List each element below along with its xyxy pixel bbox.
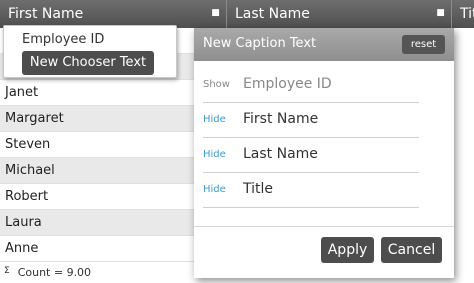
reset-button[interactable]: reset (402, 35, 445, 54)
apply-button[interactable]: Apply (321, 237, 374, 263)
panel-title: New Caption Text (203, 36, 317, 51)
column-menu-icon[interactable]: ■ (436, 9, 445, 18)
column-chooser-popup: Employee ID New Chooser Text (3, 25, 177, 78)
chooser-item-employee-id[interactable]: Employee ID (22, 32, 104, 47)
column-name: Last Name (243, 146, 318, 162)
table-row[interactable]: Laura (0, 210, 194, 236)
column-header-last-name[interactable]: Last Name ■ (227, 0, 452, 28)
column-header-label: Last Name (235, 6, 310, 22)
column-name: Title (243, 181, 274, 197)
panel-title-bar: New Caption Text reset (194, 28, 454, 61)
table-row[interactable]: Margaret (0, 106, 194, 132)
table-row[interactable]: Janet (0, 80, 194, 106)
column-chooser-panel: New Caption Text reset Show Employee ID … (194, 28, 454, 278)
cancel-button[interactable]: Cancel (381, 237, 442, 263)
hide-toggle[interactable]: Hide (203, 149, 226, 160)
column-header-first-name[interactable]: First Name ■ (0, 0, 227, 28)
column-menu-icon[interactable]: ■ (211, 9, 220, 18)
table-row[interactable]: Robert (0, 184, 194, 210)
column-item: Hide First Name (203, 103, 419, 138)
column-name: Employee ID (243, 76, 332, 92)
column-item: Show Employee ID (203, 68, 419, 103)
column-header-label: First Name (8, 6, 84, 22)
show-toggle[interactable]: Show (203, 79, 230, 90)
column-item: Hide Title (203, 173, 419, 208)
panel-divider (194, 226, 454, 227)
new-chooser-text-button[interactable]: New Chooser Text (22, 51, 154, 75)
table-row[interactable]: Steven (0, 132, 194, 158)
hide-toggle[interactable]: Hide (203, 184, 226, 195)
hide-toggle[interactable]: Hide (203, 114, 226, 125)
sum-icon: Σ (4, 266, 10, 276)
column-name: First Name (243, 111, 319, 127)
column-header-title[interactable]: Tit (452, 0, 474, 28)
column-item: Hide Last Name (203, 138, 419, 173)
grid-header: First Name ■ Last Name ■ Tit (0, 0, 474, 28)
column-header-label: Tit (460, 6, 474, 22)
count-summary: Count = 9.00 (17, 266, 92, 279)
table-row[interactable]: Michael (0, 158, 194, 184)
grid-footer: Σ Count = 9.00 (0, 259, 194, 283)
